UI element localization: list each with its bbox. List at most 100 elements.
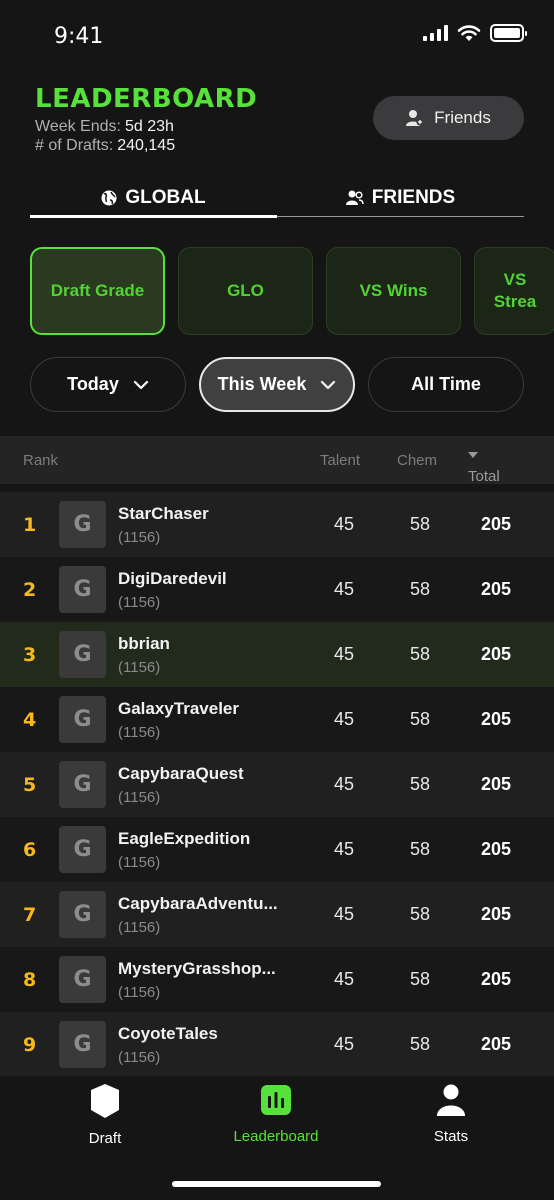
table-row[interactable]: 3 Gbbrian (1156) 45 58 205 <box>0 622 554 687</box>
avatar: G <box>59 566 106 613</box>
user-rating: (1156) <box>118 919 161 936</box>
nav-draft[interactable]: Draft <box>30 1084 180 1147</box>
rank-number: 1 <box>23 514 37 536</box>
user-rating: (1156) <box>118 854 161 871</box>
talent-value: 45 <box>333 644 355 664</box>
nav-draft-label: Draft <box>88 1130 122 1147</box>
avatar: G <box>59 761 106 808</box>
column-total-label: Total <box>468 468 500 485</box>
table-row[interactable]: 9 G CoyoteTales (1156) 45 58 205 <box>0 1012 554 1077</box>
filter-today-label: Today <box>67 374 119 394</box>
tab-global-label: GLOBAL <box>125 187 206 208</box>
chem-value: 58 <box>409 969 431 989</box>
username: DigiDaredevil <box>118 569 227 588</box>
filter-today[interactable]: Today <box>30 357 186 412</box>
category-vs-wins[interactable]: VS Wins <box>326 247 461 335</box>
column-total[interactable]: Total <box>468 452 500 485</box>
talent-value: 45 <box>333 969 355 989</box>
globe-icon <box>101 190 117 206</box>
rank-number: 2 <box>23 579 37 601</box>
filter-this-week-label: This Week <box>217 374 307 394</box>
rank-number: 4 <box>23 709 37 731</box>
talent-value: 45 <box>333 1034 355 1054</box>
shield-icon <box>91 1084 119 1118</box>
table-row[interactable]: 6 G EagleExpedition (1156) 45 58 205 <box>0 817 554 882</box>
username: GalaxyTraveler <box>118 699 239 718</box>
nav-leaderboard-label: Leaderboard <box>233 1128 319 1145</box>
leaderboard-tabs: GLOBAL FRIENDS <box>30 178 524 218</box>
avatar: G <box>59 826 106 873</box>
tab-global[interactable]: GLOBAL <box>30 178 277 218</box>
avatar: G <box>59 1021 106 1068</box>
sort-desc-icon <box>468 452 478 458</box>
table-row[interactable]: 4 G GalaxyTraveler (1156) 45 58 205 <box>0 687 554 752</box>
username: CoyoteTales <box>118 1024 218 1043</box>
column-rank: Rank <box>23 452 59 469</box>
time-filter-group: Today This Week All Time <box>30 357 524 412</box>
total-value: 205 <box>480 1034 512 1054</box>
chem-value: 58 <box>409 1034 431 1054</box>
chem-value: 58 <box>409 839 431 859</box>
filter-all-time-label: All Time <box>411 374 481 394</box>
page-title: LEADERBOARD <box>35 84 258 114</box>
total-value: 205 <box>480 904 512 924</box>
table-row[interactable]: 8 G MysteryGrasshop... (1156) 45 58 205 <box>0 947 554 1012</box>
category-glo[interactable]: GLO <box>178 247 313 335</box>
home-indicator <box>172 1181 381 1187</box>
drafts-count-label: # of Drafts: <box>35 137 114 154</box>
avatar: G <box>59 631 106 678</box>
total-value: 205 <box>480 839 512 859</box>
nav-leaderboard[interactable]: Leaderboard <box>201 1084 351 1145</box>
chem-value: 58 <box>409 774 431 794</box>
column-chem[interactable]: Chem <box>397 452 437 469</box>
avatar: G <box>59 891 106 938</box>
category-vs-streak[interactable]: VS Strea <box>474 247 554 335</box>
user-rating: (1156) <box>118 984 161 1001</box>
leaderboard-icon <box>261 1085 291 1115</box>
talent-value: 45 <box>333 839 355 859</box>
username: EagleExpedition <box>118 829 251 848</box>
table-row[interactable]: 7 G CapybaraAdventu... (1156) 45 58 205 <box>0 882 554 947</box>
column-talent[interactable]: Talent <box>320 452 360 469</box>
avatar: G <box>59 696 106 743</box>
chem-value: 58 <box>409 709 431 729</box>
avatar: G <box>59 956 106 1003</box>
drafts-count-line: # of Drafts: 240,145 <box>35 137 175 155</box>
user-rating: (1156) <box>118 1049 161 1066</box>
friends-button-label: Friends <box>434 108 491 127</box>
chem-value: 58 <box>409 514 431 534</box>
user-rating: (1156) <box>118 594 161 611</box>
username: bbrian <box>118 634 170 653</box>
user-rating: (1156) <box>118 529 161 546</box>
chem-value: 58 <box>409 904 431 924</box>
people-icon <box>345 190 364 205</box>
friends-button[interactable]: Friends <box>373 96 524 140</box>
status-bar: 9:41 <box>0 0 554 76</box>
category-draft-grade[interactable]: Draft Grade <box>30 247 165 335</box>
chevron-down-icon <box>133 380 148 389</box>
filter-this-week[interactable]: This Week <box>199 357 355 412</box>
username: MysteryGrasshop... <box>118 959 276 978</box>
filter-all-time[interactable]: All Time <box>368 357 524 412</box>
total-value: 205 <box>480 969 512 989</box>
nav-stats-label: Stats <box>433 1128 469 1145</box>
rank-number: 5 <box>23 774 37 796</box>
user-rating: (1156) <box>118 789 161 806</box>
week-ends-label: Week Ends: <box>35 118 121 135</box>
rank-number: 9 <box>23 1034 37 1056</box>
total-value: 205 <box>480 579 512 599</box>
chevron-down-icon <box>321 380 336 389</box>
total-value: 205 <box>480 709 512 729</box>
add-friend-icon <box>406 110 424 126</box>
talent-value: 45 <box>333 514 355 534</box>
total-value: 205 <box>480 644 512 664</box>
nav-stats[interactable]: Stats <box>376 1084 526 1145</box>
tab-friends[interactable]: FRIENDS <box>277 178 524 218</box>
table-row[interactable]: 1 G StarChaser (1156) 45 58 205 <box>0 492 554 557</box>
rank-number: 7 <box>23 904 37 926</box>
person-icon <box>437 1084 465 1116</box>
username: CapybaraQuest <box>118 764 244 783</box>
talent-value: 45 <box>333 709 355 729</box>
table-row[interactable]: 2 G DigiDaredevil (1156) 45 58 205 <box>0 557 554 622</box>
table-row[interactable]: 5 G CapybaraQuest (1156) 45 58 205 <box>0 752 554 817</box>
